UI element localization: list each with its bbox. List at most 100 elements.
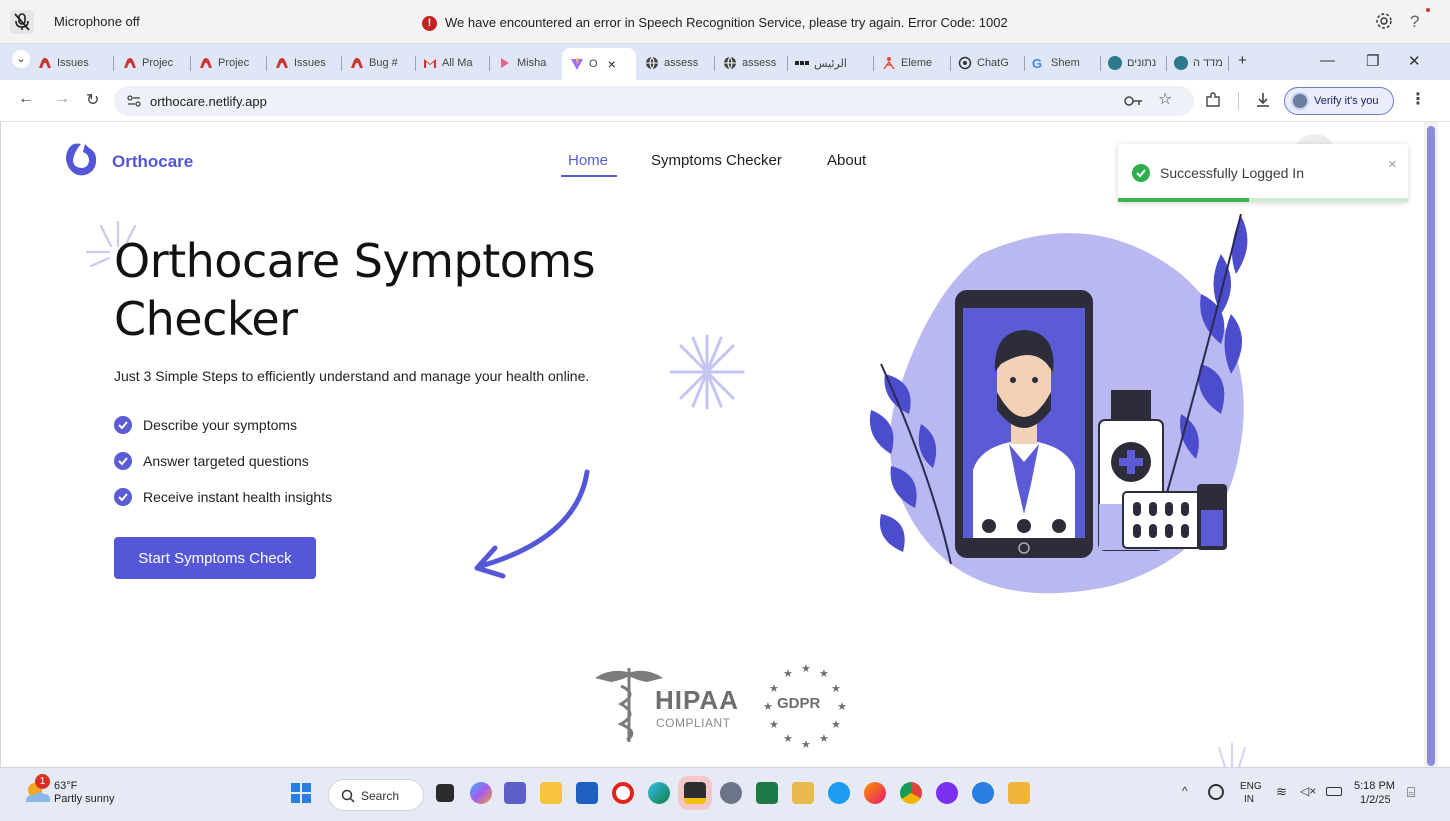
weather-temperature[interactable]: 63°F: [54, 780, 77, 792]
wifi-icon[interactable]: ≋: [1276, 784, 1287, 800]
tab-gmail[interactable]: All Ma: [423, 50, 485, 76]
svg-text:★: ★: [819, 732, 829, 745]
download-icon[interactable]: [1254, 91, 1272, 109]
minimize-button[interactable]: —: [1320, 52, 1335, 69]
sync-icon[interactable]: [1208, 784, 1224, 800]
tab-label: O: [589, 58, 598, 70]
tab-close-button[interactable]: ×: [608, 56, 616, 72]
tab-bug[interactable]: Bug #: [350, 50, 412, 76]
step-label: Answer targeted questions: [143, 453, 309, 469]
app-icon: [501, 58, 509, 68]
tab-label: Projec: [142, 57, 174, 69]
chrome-icon[interactable]: [900, 782, 922, 804]
back-icon[interactable]: ←: [18, 90, 34, 108]
tab-label: All Ma: [442, 57, 473, 69]
battery-icon[interactable]: [1326, 787, 1342, 796]
toast-progress-bar: [1118, 198, 1249, 202]
microsoft-store-icon[interactable]: [576, 782, 598, 804]
check-circle-icon: [114, 416, 132, 434]
tab-google[interactable]: G Shem: [1032, 50, 1096, 76]
sticky-app-icon[interactable]: [678, 776, 712, 810]
url-text[interactable]: orthocare.netlify.app: [150, 94, 267, 109]
start-symptoms-check-button[interactable]: Start Symptoms Check: [114, 537, 316, 579]
edge-icon[interactable]: [648, 782, 670, 804]
orthocare-logo-icon[interactable]: [63, 140, 99, 178]
address-bar[interactable]: orthocare.netlify.app: [114, 86, 1194, 116]
input-region[interactable]: IN: [1244, 794, 1254, 805]
tab-label: Misha: [517, 57, 547, 69]
brand-name[interactable]: Orthocare: [112, 152, 193, 172]
tab-hebrew-2[interactable]: מדד ה: [1174, 50, 1226, 76]
password-key-icon[interactable]: [1124, 94, 1144, 108]
step-item: Receive instant health insights: [114, 487, 332, 507]
restore-button[interactable]: ❐: [1366, 52, 1379, 70]
curved-arrow-icon: [474, 469, 590, 579]
windows-start-icon[interactable]: [290, 782, 312, 804]
browser-toolbar: ← → ↻ orthocare.netlify.app ☆ Verify it'…: [0, 80, 1450, 122]
help-icon[interactable]: ?: [1410, 12, 1419, 32]
tab-assess-2[interactable]: assess: [723, 50, 785, 76]
tab-label: الرئيس: [814, 57, 847, 70]
tab-misha[interactable]: Misha: [498, 50, 556, 76]
github-icon: [200, 58, 212, 68]
copilot-icon[interactable]: [470, 782, 492, 804]
app-icon: [1174, 56, 1188, 70]
tab-element[interactable]: Eleme: [882, 50, 946, 76]
taskbar-search[interactable]: Search: [328, 779, 424, 811]
tab-chatgpt[interactable]: ChatG: [958, 50, 1020, 76]
verify-identity-button[interactable]: Verify it's you: [1284, 87, 1394, 115]
tab-label: Projec: [218, 57, 250, 69]
app-icon[interactable]: [936, 782, 958, 804]
clock-date[interactable]: 1/2/25: [1360, 794, 1391, 806]
firefox-icon[interactable]: [864, 782, 886, 804]
input-language[interactable]: ENG: [1240, 781, 1262, 792]
weather-description[interactable]: Partly sunny: [54, 793, 115, 805]
clock-time[interactable]: 5:18 PM: [1354, 780, 1395, 792]
tab-issues-2[interactable]: Issues: [275, 50, 337, 76]
kebab-menu-icon[interactable]: ⋮: [1410, 89, 1426, 109]
settings-app-icon[interactable]: [720, 782, 742, 804]
tab-hebrew-1[interactable]: נתונים: [1108, 50, 1162, 76]
tab-separator: [1100, 56, 1101, 71]
chevron-up-icon[interactable]: ^: [1182, 784, 1188, 798]
new-tab-button[interactable]: +: [1238, 52, 1247, 69]
tab-project-1[interactable]: Projec: [123, 50, 185, 76]
forward-icon[interactable]: →: [54, 90, 70, 108]
power-automate-icon[interactable]: [1008, 782, 1030, 804]
photos-icon[interactable]: [792, 782, 814, 804]
tab-arabic[interactable]: الرئيس: [795, 50, 869, 76]
task-view-icon[interactable]: [436, 784, 454, 802]
skype-icon[interactable]: [828, 782, 850, 804]
tab-assess-1[interactable]: assess: [645, 50, 709, 76]
tab-separator: [1228, 56, 1229, 71]
microphone-status: Microphone off: [54, 14, 140, 29]
tab-search-button[interactable]: ⌄: [12, 50, 30, 68]
microphone-off-icon[interactable]: [10, 10, 34, 34]
window-close-button[interactable]: ✕: [1408, 52, 1421, 70]
toast-close-button[interactable]: ×: [1388, 156, 1397, 173]
nav-symptoms-checker[interactable]: Symptoms Checker: [651, 152, 782, 169]
nav-about[interactable]: About: [827, 152, 866, 169]
opera-icon[interactable]: [612, 782, 634, 804]
scrollbar-thumb[interactable]: [1427, 126, 1435, 766]
tab-active-orthocare[interactable]: O ×: [562, 48, 636, 80]
tab-project-2[interactable]: Projec: [199, 50, 261, 76]
teams-icon[interactable]: [504, 782, 526, 804]
svg-text:★: ★: [837, 700, 847, 713]
tab-label: assess: [742, 57, 777, 69]
people-app-icon[interactable]: [972, 782, 994, 804]
bookmark-star-icon[interactable]: ☆: [1158, 89, 1172, 109]
nav-home[interactable]: Home: [568, 152, 608, 169]
extensions-icon[interactable]: [1204, 91, 1222, 109]
hipaa-badge-sublabel: COMPLIANT: [656, 716, 731, 730]
volume-muted-icon[interactable]: ◁×: [1300, 784, 1316, 798]
reload-icon[interactable]: ↻: [86, 90, 99, 110]
file-explorer-icon[interactable]: [540, 782, 562, 804]
notification-center-icon[interactable]: ⌸: [1407, 784, 1415, 801]
gear-icon[interactable]: [1374, 11, 1394, 31]
tab-issues-1[interactable]: Issues: [38, 50, 100, 76]
site-info-icon[interactable]: [126, 93, 142, 109]
svg-text:★: ★: [783, 732, 793, 745]
tab-label: Issues: [294, 57, 326, 69]
excel-icon[interactable]: [756, 782, 778, 804]
